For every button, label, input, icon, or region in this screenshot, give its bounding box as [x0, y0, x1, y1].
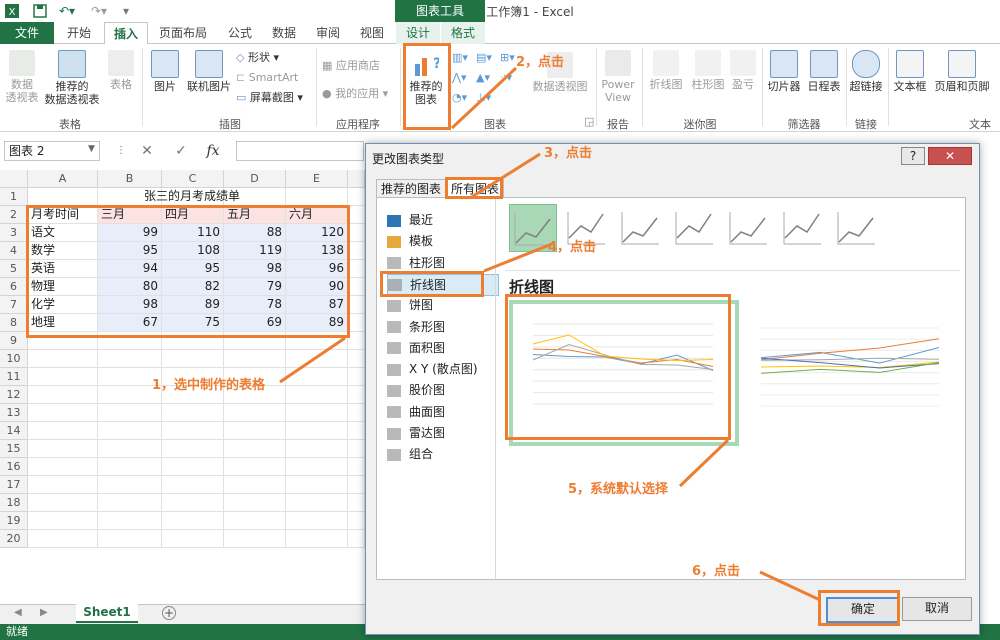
annotation-step-2: 2，点击: [516, 55, 565, 70]
annotation-arrows: [279, 66, 821, 602]
annotation-step-4: 4，点击: [548, 240, 597, 255]
annotation-step-6: 6，点击: [692, 564, 741, 579]
annotation-step-5: 5，系统默认选择: [568, 482, 669, 497]
annotation-step-1: 1，选中制作的表格: [152, 378, 266, 393]
annotation-step-3: 3，点击: [544, 146, 593, 161]
